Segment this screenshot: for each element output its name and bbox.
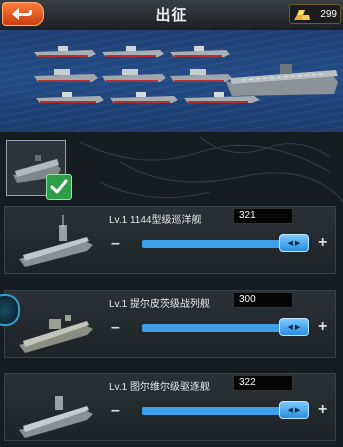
battleship-thumbnail [19,315,93,353]
ship-row: Lv.1 图尔维尔级驱逐舰 322 – ◀ ▶ + [4,373,336,441]
ship-count: 321 [233,208,293,224]
fleet-battleship-row-2 [34,69,232,82]
top-bar: 出征 299 [0,0,343,31]
fleet-cruiser-row-1 [34,46,230,57]
checkmark-icon [50,179,68,194]
slider-handle[interactable]: ◀ ▶ [278,401,309,419]
fleet-destroyer-row-3 [36,92,260,103]
decrease-button[interactable]: – [111,236,120,252]
ship-label: Lv.1 提尔皮茨级战列舰 [109,299,210,310]
decrease-button[interactable]: – [111,320,120,336]
ship-count: 322 [233,375,293,391]
ship-row: Lv.1 1144型级巡洋舰 321 – ◀ ▶ + [4,206,336,274]
ship-label: Lv.1 1144型级巡洋舰 [109,215,202,226]
fleet-preview [0,30,343,132]
ship-label: Lv.1 图尔维尔级驱逐舰 [109,382,210,393]
selected-checkmark [46,174,72,200]
quantity-slider[interactable]: ◀ ▶ [142,318,312,336]
slider-handle[interactable]: ◀ ▶ [278,234,309,252]
gold-amount: 299 [320,8,337,20]
quantity-slider[interactable]: ◀ ▶ [142,401,312,419]
slider-handle[interactable]: ◀ ▶ [278,318,309,336]
cruiser-thumbnail [19,215,93,267]
increase-button[interactable]: + [318,319,327,335]
increase-button[interactable]: + [318,235,327,251]
gold-counter[interactable]: 299 [289,4,341,24]
gold-bars-icon [294,10,310,20]
decrease-button[interactable]: – [111,403,120,419]
ship-count: 300 [233,292,293,308]
quantity-slider[interactable]: ◀ ▶ [142,234,312,252]
ship-row: Lv.1 提尔皮茨级战列舰 300 – ◀ ▶ + [4,290,336,358]
increase-button[interactable]: + [318,402,327,418]
destroyer-thumbnail [19,396,93,438]
